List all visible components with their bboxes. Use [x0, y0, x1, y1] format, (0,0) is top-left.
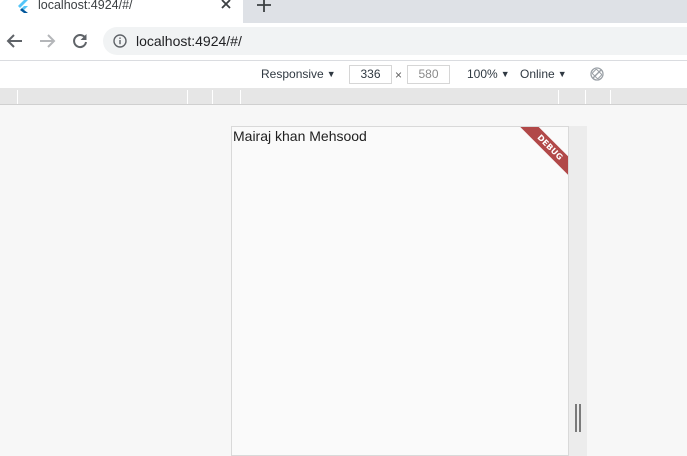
device-mode-dropdown[interactable]: Responsive ▼ — [261, 67, 336, 81]
tab-strip: localhost:4924/#/ — [0, 0, 687, 23]
ruler-tick — [240, 90, 241, 104]
address-bar[interactable]: localhost:4924/#/ — [103, 27, 687, 55]
url-text: localhost:4924/#/ — [136, 33, 242, 49]
throttling-label: Online — [520, 67, 555, 81]
ruler-tick — [212, 90, 213, 104]
app-text: Mairaj khan Mehsood — [233, 128, 367, 144]
throttling-dropdown[interactable]: Online ▼ — [520, 67, 567, 81]
reload-icon[interactable] — [71, 32, 89, 50]
browser-tab[interactable]: localhost:4924/#/ — [0, 0, 243, 23]
resize-handle-icon[interactable] — [575, 404, 581, 432]
caret-down-icon: ▼ — [500, 69, 510, 79]
device-toolbar: Responsive ▼ 336 × 580 100% ▼ Online ▼ — [0, 60, 687, 88]
arrow-right-icon[interactable] — [38, 32, 56, 50]
flutter-logo-icon — [18, 0, 28, 13]
zoom-dropdown[interactable]: 100% ▼ — [467, 67, 510, 81]
debug-banner: DEBUG — [510, 127, 568, 185]
info-icon[interactable] — [113, 34, 127, 48]
plus-icon[interactable] — [256, 0, 272, 13]
caret-down-icon: ▼ — [557, 69, 567, 79]
zoom-label: 100% — [467, 67, 498, 81]
browser-toolbar: localhost:4924/#/ — [0, 23, 687, 60]
close-icon[interactable] — [219, 0, 233, 11]
dimension-separator: × — [395, 68, 403, 82]
ruler-tick — [187, 90, 188, 104]
ruler-tick — [585, 90, 586, 104]
media-query-ruler[interactable] — [0, 88, 687, 105]
ruler-tick — [17, 90, 18, 104]
width-input[interactable]: 336 — [349, 65, 392, 84]
caret-down-icon: ▼ — [326, 69, 336, 79]
debug-banner-label: DEBUG — [514, 127, 568, 184]
emulated-viewport-area: Mairaj khan Mehsood DEBUG — [0, 106, 687, 456]
ruler-tick — [558, 90, 559, 104]
device-screen[interactable]: Mairaj khan Mehsood DEBUG — [231, 126, 569, 456]
device-mode-label: Responsive — [261, 67, 324, 81]
arrow-left-icon[interactable] — [6, 32, 24, 50]
rotate-disabled-icon[interactable] — [589, 66, 605, 82]
ruler-tick — [610, 90, 611, 104]
tab-title: localhost:4924/#/ — [38, 0, 133, 12]
height-input[interactable]: 580 — [407, 65, 450, 84]
